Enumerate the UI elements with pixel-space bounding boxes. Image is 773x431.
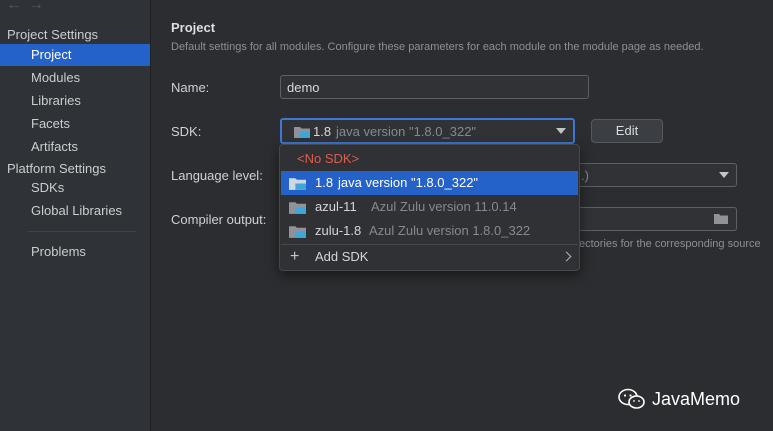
dropdown-item-add-sdk[interactable]: + Add SDK [281,245,578,269]
sidebar-item-problems[interactable]: Problems [0,241,150,263]
language-level-label: Language level: [171,168,263,183]
name-label: Name: [171,80,210,95]
sidebar-group-project-settings: Project Settings [7,27,99,42]
edit-sdk-button[interactable]: Edit [591,119,663,143]
chevron-down-icon [719,172,729,178]
sdk-folder-icon [289,202,306,214]
project-name-field[interactable]: demo [280,75,589,99]
sdk-selected-name: 1.8 [313,124,332,139]
project-name-value: demo [287,80,320,95]
language-level-value: .) [581,168,589,183]
dropdown-item-sdk[interactable]: zulu-1.8 Azul Zulu version 1.8.0_322 [281,219,578,243]
compiler-output-label: Compiler output: [171,212,267,227]
sdk-item-name: azul-11 [315,199,357,214]
sidebar-group-platform-settings: Platform Settings [7,161,106,176]
watermark-text: JavaMemo [652,388,741,409]
sidebar-item-sdks[interactable]: SDKs [0,177,150,199]
sdk-item-detail: java version "1.8.0_322" [338,175,479,190]
browse-folder-icon[interactable] [714,214,728,224]
sidebar-divider [28,231,136,232]
dropdown-item-sdk[interactable]: azul-11 Azul Zulu version 11.0.14 [281,195,578,219]
compiler-output-hint: ectories for the corresponding source [579,238,761,250]
sdk-item-detail: Azul Zulu version 11.0.14 [371,199,517,214]
compiler-output-field[interactable] [571,207,737,231]
add-sdk-label: Add SDK [315,249,369,264]
page-description: Default settings for all modules. Config… [171,41,704,53]
page-title: Project [171,20,216,35]
sdk-label: SDK: [171,124,202,139]
nav-arrows: ←→ [6,0,50,14]
no-sdk-label: <No SDK> [297,151,360,166]
sidebar-item-facets[interactable]: Facets [0,113,150,135]
sdk-folder-icon [294,127,310,138]
language-level-combobox[interactable]: .) [571,163,737,187]
sidebar-item-project[interactable]: Project [0,44,150,66]
back-arrow-icon[interactable]: ← [6,0,28,13]
chevron-down-icon [556,128,566,134]
sidebar-item-global-libraries[interactable]: Global Libraries [0,200,150,222]
sdk-item-name: 1.8 [315,175,334,190]
sidebar-item-libraries[interactable]: Libraries [0,90,150,112]
sdk-folder-icon [289,178,306,190]
sdk-item-detail: Azul Zulu version 1.8.0_322 [369,223,531,238]
sdk-folder-icon [289,226,306,238]
sdk-combobox[interactable]: 1.8 java version "1.8.0_322" [280,118,575,144]
watermark: JavaMemo [618,386,740,412]
sdk-selected-detail: java version "1.8.0_322" [336,124,477,139]
sdk-item-name: zulu-1.8 [315,223,362,238]
chevron-right-icon [561,251,572,262]
sdk-dropdown-popup: <No SDK> 1.8 java version "1.8.0_322" az… [279,144,580,271]
settings-sidebar: ←→ Project Settings Project Modules Libr… [0,0,151,431]
wechat-icon [618,388,645,409]
sidebar-item-artifacts[interactable]: Artifacts [0,136,150,158]
sidebar-item-modules[interactable]: Modules [0,67,150,89]
dropdown-item-sdk[interactable]: 1.8 java version "1.8.0_322" [281,171,578,195]
plus-icon: + [290,248,300,265]
forward-arrow-icon[interactable]: → [28,0,50,13]
dropdown-item-no-sdk[interactable]: <No SDK> [281,147,578,171]
